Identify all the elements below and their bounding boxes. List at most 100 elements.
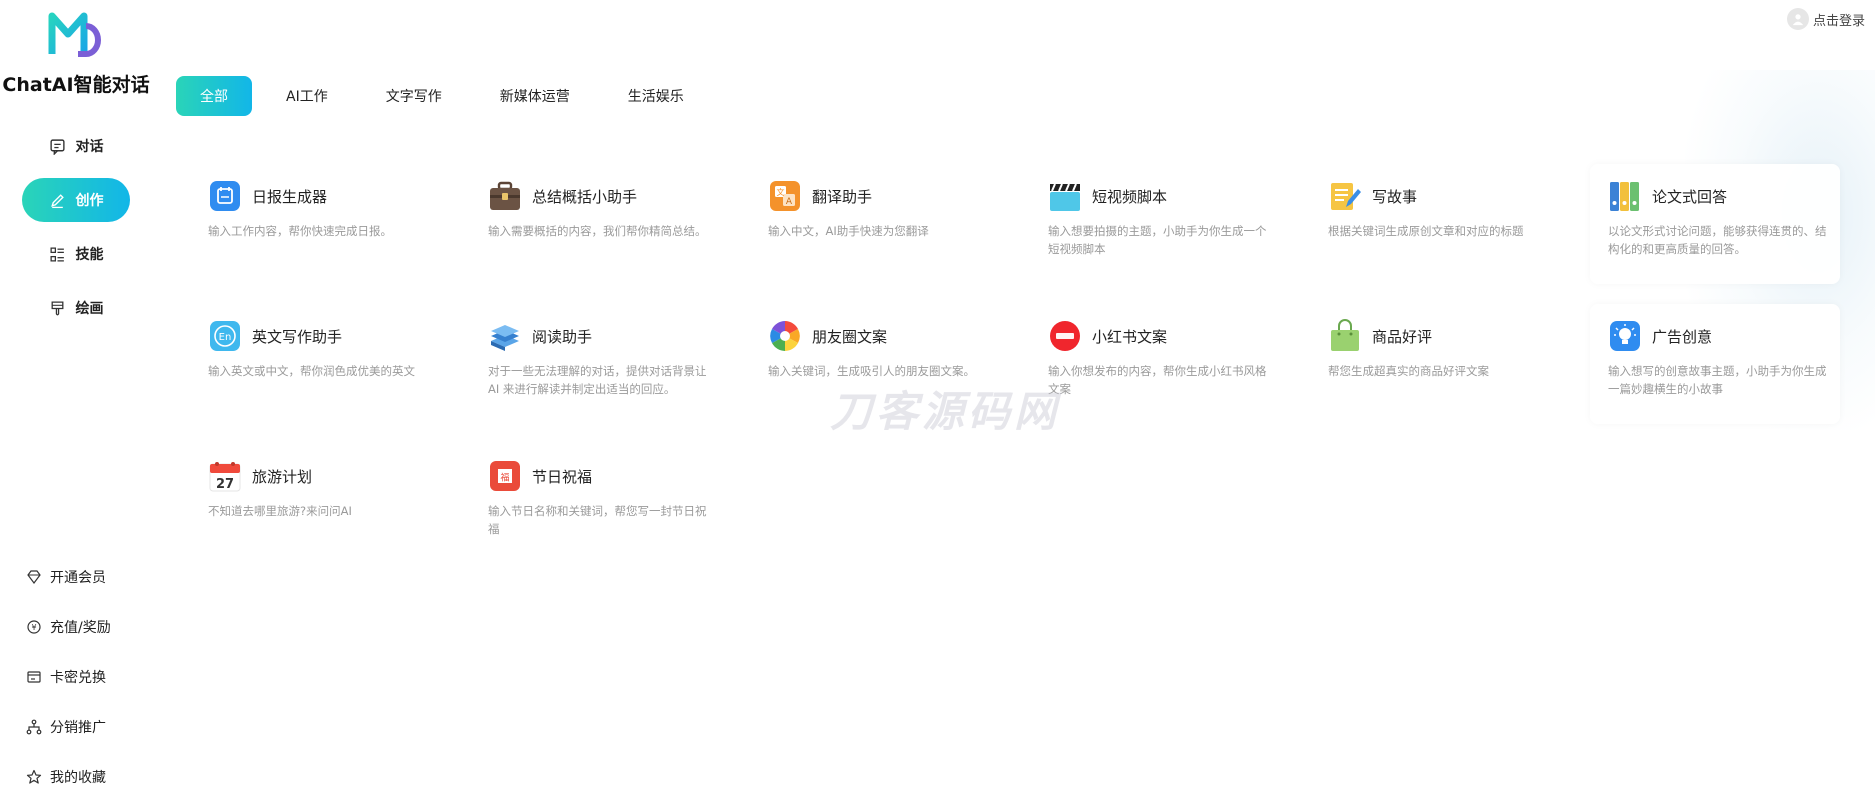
login-label: 点击登录	[1812, 13, 1865, 29]
menu-label: 分销推广	[50, 720, 106, 736]
menu-item-recharge[interactable]: ¥ 充值/奖励	[26, 615, 111, 639]
card-description: 输入中文，AI助手快速为您翻译	[768, 224, 929, 238]
svg-text:A: A	[786, 197, 793, 207]
chat-icon	[49, 138, 65, 155]
app-logo[interactable]	[48, 10, 102, 58]
card-description: 输入工作内容，帮你快速完成日报。	[208, 224, 392, 238]
menu-label: 卡密兑换	[50, 670, 106, 686]
category-tabs: 全部 AI工作 文字写作 新媒体运营 生活娱乐	[176, 76, 708, 116]
card-description: 根据关键词生成原创文章和对应的标题	[1328, 224, 1524, 238]
card-title: 英文写作助手	[252, 327, 343, 346]
card-title: 总结概括小助手	[532, 187, 638, 206]
nav-label: 技能	[75, 247, 104, 263]
card-summary[interactable]: 总结概括小助手 输入需要概括的内容，我们帮你精简总结。	[470, 164, 720, 284]
card-title: 广告创意	[1652, 327, 1713, 346]
aperture-icon	[770, 321, 800, 351]
card-title: 旅游计划	[252, 467, 313, 486]
svg-text:¥: ¥	[31, 623, 36, 632]
menu-item-redeem[interactable]: 卡密兑换	[26, 665, 106, 689]
card-description: 输入需要概括的内容，我们帮你精简总结。	[488, 224, 707, 238]
menu-label: 我的收藏	[50, 770, 106, 786]
lightbulb-icon	[1610, 321, 1640, 351]
card-title: 短视频脚本	[1092, 187, 1168, 206]
sidebar: ChatAI智能对话 对话 创作 技能 绘画 开通会员 ¥ 充值/奖励 卡密兑换…	[0, 0, 160, 800]
avatar	[1786, 8, 1809, 30]
nav-item-draw[interactable]: 绘画	[22, 286, 130, 330]
card-festival-greeting[interactable]: 福 节日祝福 输入节日名称和关键词，帮您写一封节日祝福	[470, 444, 720, 564]
nav-item-create[interactable]: 创作	[22, 178, 130, 222]
card-description: 输入节日名称和关键词，帮您写一封节日祝福	[488, 504, 707, 536]
share-icon	[26, 719, 42, 735]
card-short-video[interactable]: 短视频脚本 输入想要拍摄的主题，小助手为你生成一个短视频脚本	[1030, 164, 1280, 284]
card-description: 以论文形式讨论问题，能够获得连贯的、结构化的和更高质量的回答。	[1608, 224, 1827, 256]
tab-ai-work[interactable]: AI工作	[262, 76, 352, 116]
card-ad-creative[interactable]: 广告创意 输入想写的创意故事主题，小助手为你生成一篇妙趣横生的小故事	[1590, 304, 1840, 424]
nav-label: 创作	[75, 193, 104, 209]
card-reading[interactable]: 阅读助手 对于一些无法理解的对话，提供对话背景让 AI 来进行解读并制定出适当的…	[470, 304, 720, 424]
card-description: 输入你想发布的内容，帮你生成小红书风格文案	[1048, 364, 1267, 396]
card-xiaohongshu[interactable]: 小红书文案 输入你想发布的内容，帮你生成小红书风格文案	[1030, 304, 1280, 424]
card-title: 日报生成器	[252, 187, 328, 206]
login-button[interactable]: 点击登录	[1786, 8, 1865, 30]
card-travel-plan[interactable]: 27 旅游计划 不知道去哪里旅游?来问问AI	[190, 444, 440, 564]
briefcase-icon	[490, 181, 520, 210]
festival-glyph: 福	[500, 472, 509, 484]
diamond-icon	[27, 570, 41, 584]
card-daily-report[interactable]: 日报生成器 输入工作内容，帮你快速完成日报。	[190, 164, 440, 284]
card-story[interactable]: 写故事 根据关键词生成原创文章和对应的标题	[1310, 164, 1560, 284]
card-description: 不知道去哪里旅游?来问问AI	[208, 504, 352, 518]
clapperboard-icon	[1050, 183, 1080, 211]
nav-item-skills[interactable]: 技能	[22, 232, 130, 276]
card-english-writing[interactable]: En 英文写作助手 输入英文或中文，帮你润色成优美的英文	[190, 304, 440, 424]
svg-text:文: 文	[777, 187, 785, 197]
card-icon	[27, 671, 41, 683]
coin-icon: ¥	[27, 620, 41, 634]
nav-label: 对话	[75, 139, 104, 155]
user-icon	[1792, 14, 1804, 26]
calendar-blue-icon	[210, 181, 240, 211]
menu-item-vip[interactable]: 开通会员	[26, 565, 106, 589]
english-icon: En	[210, 321, 240, 351]
pen-icon	[50, 193, 64, 208]
tab-lifestyle[interactable]: 生活娱乐	[604, 76, 708, 116]
app-title: ChatAI智能对话	[2, 74, 150, 96]
festival-icon: 福	[490, 461, 520, 491]
nav-item-chat[interactable]: 对话	[22, 124, 130, 168]
calendar-day: 27	[216, 477, 234, 492]
menu-item-distribution[interactable]: 分销推广	[26, 715, 106, 739]
shopping-bag-icon	[1331, 319, 1359, 351]
card-title: 翻译助手	[812, 187, 873, 206]
skill-icon	[49, 246, 64, 262]
books-icon	[491, 325, 519, 351]
tab-writing[interactable]: 文字写作	[362, 76, 466, 116]
xiaohongshu-icon	[1050, 321, 1080, 351]
card-title: 朋友圈文案	[812, 327, 888, 346]
card-title: 阅读助手	[532, 327, 593, 346]
card-product-review[interactable]: 商品好评 帮您生成超真实的商品好评文案	[1310, 304, 1560, 424]
star-icon	[26, 769, 42, 784]
nav-label: 绘画	[75, 301, 104, 317]
card-translate[interactable]: 文A 翻译助手 输入中文，AI助手快速为您翻译	[750, 164, 1000, 284]
card-essay[interactable]: 论文式回答 以论文形式讨论问题，能够获得连贯的、结构化的和更高质量的回答。	[1590, 164, 1840, 284]
tab-all[interactable]: 全部	[176, 76, 252, 116]
card-title: 节日祝福	[532, 467, 593, 486]
card-title: 商品好评	[1372, 327, 1433, 346]
card-description: 帮您生成超真实的商品好评文案	[1328, 364, 1489, 378]
brush-icon	[51, 300, 63, 315]
watermark: 刀客源码网	[830, 387, 1061, 436]
card-title: 论文式回答	[1652, 187, 1728, 206]
card-title: 小红书文案	[1092, 327, 1168, 346]
binders-icon	[1610, 182, 1639, 211]
menu-item-favorites[interactable]: 我的收藏	[26, 765, 106, 789]
calendar-27-icon: 27	[209, 462, 241, 492]
card-description: 对于一些无法理解的对话，提供对话背景让 AI 来进行解读并制定出适当的回应。	[488, 364, 707, 396]
svg-text:En: En	[219, 332, 232, 343]
tab-new-media[interactable]: 新媒体运营	[476, 76, 594, 116]
translate-icon: 文A	[770, 181, 800, 211]
card-description: 输入英文或中文，帮你润色成优美的英文	[208, 364, 415, 378]
menu-label: 开通会员	[50, 570, 106, 586]
card-description: 输入想要拍摄的主题，小助手为你生成一个短视频脚本	[1048, 224, 1267, 256]
menu-label: 充值/奖励	[50, 620, 111, 636]
card-description: 输入想写的创意故事主题，小助手为你生成一篇妙趣横生的小故事	[1608, 364, 1827, 396]
notepad-icon	[1331, 183, 1361, 210]
